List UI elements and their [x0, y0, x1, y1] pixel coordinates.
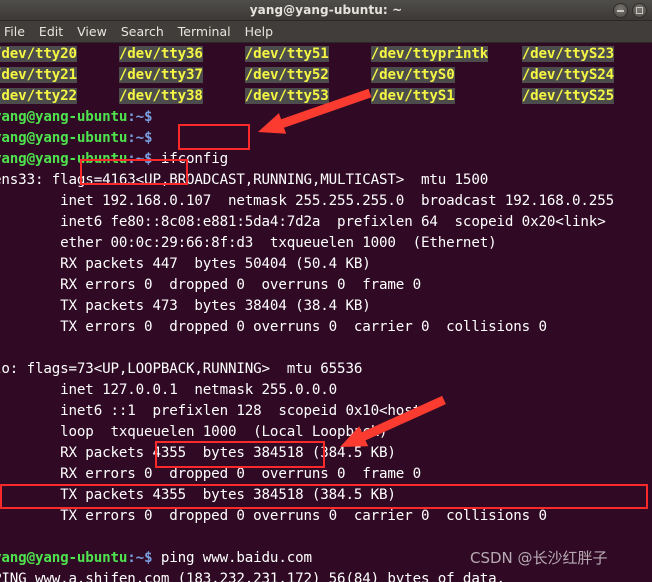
ifconfig-output-line: loop txqueuelen 1000 (Local Loopback) [0, 422, 652, 443]
ifconfig-output-line: TX packets 4355 bytes 384518 (384.5 KB) [0, 485, 652, 506]
menu-item-view[interactable]: View [70, 21, 114, 42]
ifconfig-output-line: inet6 ::1 prefixlen 128 scopeid 0x10<hos… [0, 401, 652, 422]
output-text: TX errors 0 dropped 0 overruns 0 carrier… [0, 508, 547, 524]
prompt-user-host: yang@yang-ubuntu [0, 109, 128, 125]
terminal-prompt-line: yang@yang-ubuntu:~$ [0, 107, 652, 128]
menu-bar: File Edit View Search Terminal Help [0, 21, 652, 43]
prompt-path: :~$ [127, 550, 153, 566]
dev-entry: /dev/tty21 [0, 67, 77, 83]
prompt-path: :~$ [127, 130, 153, 146]
ifconfig-output-line: TX errors 0 dropped 0 overruns 0 carrier… [0, 506, 652, 527]
output-text: TX packets 4355 bytes 384518 (384.5 KB) [0, 487, 396, 503]
menu-item-search[interactable]: Search [114, 21, 171, 42]
dev-table-row: /dev/tty20 /dev/tty36 /dev/tty51 /dev/tt… [0, 44, 652, 65]
dev-entry: /dev/tty51 [244, 46, 329, 62]
menu-item-terminal[interactable]: Terminal [171, 21, 238, 42]
output-text: inet6 fe80::8c08:e881:5da4:7d2a prefixle… [0, 214, 606, 230]
output-text: ens33: flags=4163<UP,BROADCAST,RUNNING,M… [0, 172, 489, 188]
dev-entry: /dev/tty53 [244, 88, 329, 104]
ifconfig-output-line: inet 192.168.0.107 netmask 255.255.255.0… [0, 191, 652, 212]
output-text: RX errors 0 dropped 0 overruns 0 frame 0 [0, 277, 421, 293]
output-text: ether 00:0c:29:66:8f:d3 txqueuelen 1000 … [0, 235, 497, 251]
minimize-icon [617, 10, 624, 12]
output-text: inet 192.168.0.107 netmask 255.255.255.0… [0, 193, 614, 209]
dev-entry: /dev/tty37 [118, 67, 203, 83]
window-controls [613, 3, 647, 18]
menu-item-edit[interactable]: Edit [32, 21, 70, 42]
output-text: RX packets 447 bytes 50404 (50.4 KB) [0, 256, 371, 272]
dev-entry: /dev/tty22 [0, 88, 77, 104]
ifconfig-output-line: TX packets 473 bytes 38404 (38.4 KB) [0, 296, 652, 317]
ifconfig-output-line: RX packets 4355 bytes 384518 (384.5 KB) [0, 443, 652, 464]
dev-entry: /dev/tty20 [0, 46, 77, 62]
output-text: TX packets 473 bytes 38404 (38.4 KB) [0, 298, 371, 314]
dev-entry: /dev/ttyS1 [370, 88, 455, 104]
menu-item-file[interactable]: File [0, 21, 32, 42]
dev-entry: /dev/ttyS25 [521, 88, 615, 104]
output-text: lo: flags=73<UP,LOOPBACK,RUNNING> mtu 65… [0, 361, 363, 377]
ifconfig-output-line [0, 527, 652, 548]
dev-entry: /dev/ttyS0 [370, 67, 455, 83]
output-text: loop txqueuelen 1000 (Local Loopback) [0, 424, 388, 440]
ifconfig-output-line: inet6 fe80::8c08:e881:5da4:7d2a prefixle… [0, 212, 652, 233]
output-text: RX errors 0 dropped 0 overruns 0 frame 0 [0, 466, 421, 482]
terminal-prompt-line: yang@yang-ubuntu:~$ ifconfig [0, 149, 652, 170]
csdn-watermark: CSDN @长沙红胖子 [470, 549, 608, 567]
dev-entry: /dev/tty36 [118, 46, 203, 62]
ifconfig-output-line [0, 338, 652, 359]
menu-item-list: File Edit View Search Terminal Help [0, 21, 280, 42]
maximize-button[interactable] [632, 3, 647, 18]
terminal-prompt-line: yang@yang-ubuntu:~$ [0, 128, 652, 149]
ifconfig-output-line: ens33: flags=4163<UP,BROADCAST,RUNNING,M… [0, 170, 652, 191]
title-bar[interactable]: yang@yang-ubuntu: ~ [0, 0, 652, 21]
dev-entry: /dev/ttyS23 [521, 46, 615, 62]
ifconfig-output-line: inet 127.0.0.1 netmask 255.0.0.0 [0, 380, 652, 401]
ifconfig-output-line: RX errors 0 dropped 0 overruns 0 frame 0 [0, 275, 652, 296]
dev-entry: /dev/ttyprintk [370, 46, 489, 62]
prompt-user-host: yang@yang-ubuntu [0, 550, 128, 566]
output-text: PING www.a.shifen.com (183.232.231.172) … [0, 571, 505, 582]
ifconfig-command-text: ifconfig [152, 151, 228, 167]
dev-entry: /dev/ttyS24 [521, 67, 615, 83]
dev-entry: /dev/tty52 [244, 67, 329, 83]
terminal-output-area[interactable]: /dev/tty20 /dev/tty36 /dev/tty51 /dev/tt… [0, 43, 652, 582]
ifconfig-output-line: ether 00:0c:29:66:8f:d3 txqueuelen 1000 … [0, 233, 652, 254]
prompt-user-host: yang@yang-ubuntu [0, 151, 128, 167]
ping-output-line: PING www.a.shifen.com (183.232.231.172) … [0, 569, 652, 582]
dev-entry: /dev/tty38 [118, 88, 203, 104]
ifconfig-output-line: RX packets 447 bytes 50404 (50.4 KB) [0, 254, 652, 275]
prompt-user-host: yang@yang-ubuntu [0, 130, 128, 146]
output-text: inet6 ::1 prefixlen 128 scopeid 0x10<hos… [0, 403, 430, 419]
ifconfig-output-line: lo: flags=73<UP,LOOPBACK,RUNNING> mtu 65… [0, 359, 652, 380]
output-text: inet 127.0.0.1 netmask 255.0.0.0 [0, 382, 338, 398]
ifconfig-output-line: RX errors 0 dropped 0 overruns 0 frame 0 [0, 464, 652, 485]
output-text: RX packets 4355 bytes 384518 (384.5 KB) [0, 445, 396, 461]
output-text: TX errors 0 dropped 0 overruns 0 carrier… [0, 319, 547, 335]
menu-item-help[interactable]: Help [238, 21, 281, 42]
dev-table-row: /dev/tty22 /dev/tty38 /dev/tty53 /dev/tt… [0, 86, 652, 107]
prompt-path: :~$ [127, 151, 153, 167]
terminal-window: yang@yang-ubuntu: ~ File Edit View Search Te… [0, 0, 652, 582]
dev-table-row: /dev/tty21 /dev/tty37 /dev/tty52 /dev/tt… [0, 65, 652, 86]
prompt-path: :~$ [127, 109, 153, 125]
ifconfig-output-line: TX errors 0 dropped 0 overruns 0 carrier… [0, 317, 652, 338]
window-title: yang@yang-ubuntu: ~ [249, 3, 403, 17]
minimize-button[interactable] [613, 3, 628, 18]
maximize-icon [636, 7, 643, 14]
ping-command-text: ping www.baidu.com [152, 550, 312, 566]
